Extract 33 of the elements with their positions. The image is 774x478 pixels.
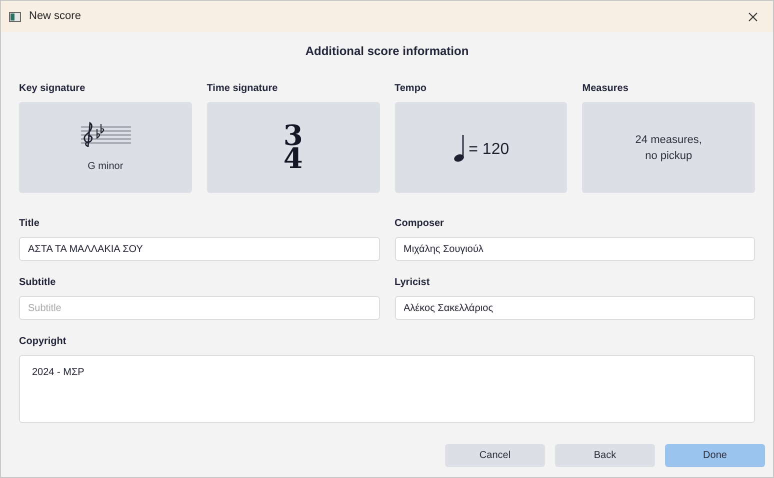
option-card[interactable]: 24 measures, no pickup bbox=[582, 102, 755, 193]
app-icon bbox=[9, 12, 21, 22]
measures-line: 24 measures, bbox=[635, 132, 702, 148]
field-label: Title bbox=[19, 217, 40, 231]
card-label: Key signature bbox=[19, 82, 86, 96]
dialog-button[interactable]: Back bbox=[555, 444, 655, 467]
quarter-note-icon bbox=[452, 134, 465, 162]
dialog-button[interactable]: Done bbox=[665, 444, 765, 467]
field-label: Lyricist bbox=[394, 276, 431, 290]
card-label: Tempo bbox=[394, 82, 428, 96]
option-card[interactable]: = 120 bbox=[394, 102, 568, 193]
key-name: G minor bbox=[88, 160, 124, 174]
card-label: Time signature bbox=[206, 82, 279, 96]
text-field[interactable]: Μιχάλης Σουγιούλ bbox=[394, 237, 755, 261]
section-heading: Additional score information bbox=[305, 43, 469, 60]
time-denominator: 4 bbox=[283, 148, 303, 170]
text-field[interactable]: Subtitle bbox=[19, 296, 380, 320]
copyright-field[interactable]: 2024 - ΜΣΡ bbox=[19, 355, 755, 423]
card-label: Measures bbox=[582, 82, 630, 96]
field-label: Subtitle bbox=[19, 276, 57, 290]
field-label: Composer bbox=[394, 217, 445, 231]
dialog-button[interactable]: Cancel bbox=[445, 444, 545, 467]
field-label: Copyright bbox=[19, 335, 68, 349]
time-numerator: 3 bbox=[283, 125, 303, 148]
tempo-value: = 120 bbox=[468, 142, 510, 160]
measures-line: no pickup bbox=[645, 148, 692, 164]
option-card[interactable]: 3 4 bbox=[206, 102, 380, 193]
window-title: New score bbox=[29, 9, 81, 24]
option-card[interactable]: G minor bbox=[19, 102, 192, 193]
close-icon bbox=[748, 12, 758, 22]
text-field[interactable]: ΑΣΤΑ ΤΑ ΜΑΛΛΑΚΙΑ ΣΟΥ bbox=[19, 237, 380, 261]
text-field[interactable]: Αλέκος Σακελλάριος bbox=[394, 296, 755, 320]
key-signature-icon bbox=[79, 121, 132, 147]
